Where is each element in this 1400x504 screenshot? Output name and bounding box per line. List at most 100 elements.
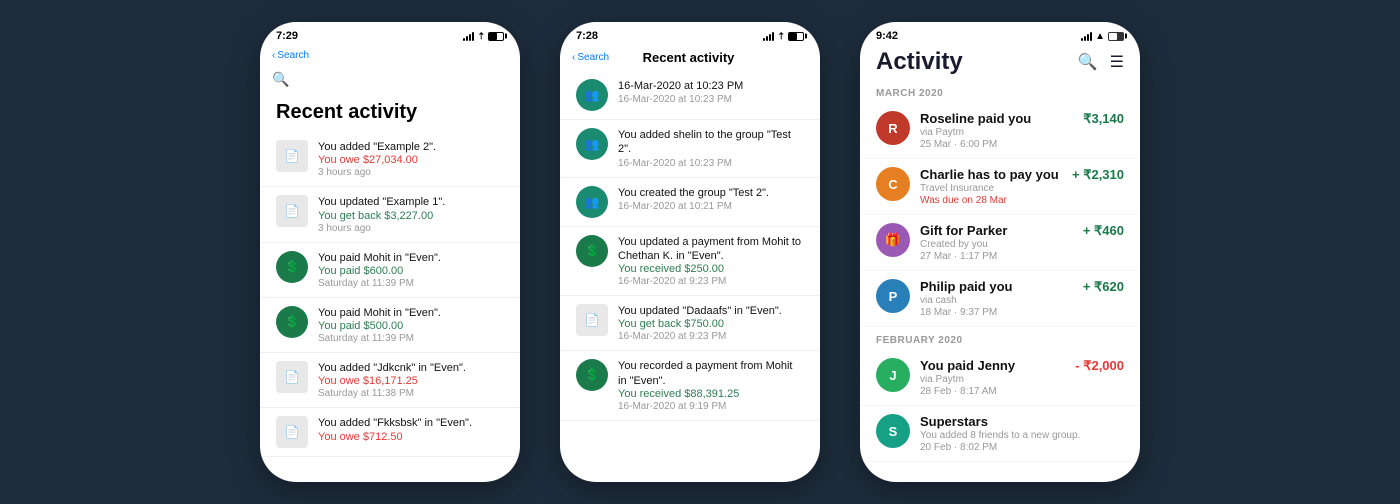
activity-time: Saturday at 11:39 PM bbox=[318, 278, 504, 289]
list-item[interactable]: 💲 You recorded a payment from Mohit in "… bbox=[560, 351, 820, 421]
list-item[interactable]: 📄 You added "Jdkcnk" in "Even". You owe … bbox=[260, 353, 520, 408]
list-item[interactable]: C Charlie has to pay you Travel Insuranc… bbox=[860, 159, 1140, 215]
avatar: 📄 bbox=[276, 416, 308, 448]
menu-icon-panel[interactable]: ☰ bbox=[1110, 52, 1124, 72]
list-item[interactable]: P Philip paid you via cash 18 Mar · 9:37… bbox=[860, 271, 1140, 327]
activity-amount: You owe $16,171.25 bbox=[318, 375, 504, 387]
list-item[interactable]: 👥 You added shelin to the group "Test 2"… bbox=[560, 120, 820, 178]
activity-title: You updated a payment from Mohit to Chet… bbox=[618, 235, 804, 264]
activity-list-left: 📄 You added "Example 2". You owe $27,034… bbox=[260, 132, 520, 482]
item-name: Superstars bbox=[920, 414, 1124, 429]
phone-left: 7:29 ⇡ ‹ Search 🔍 Recent activity bbox=[260, 22, 520, 482]
item-amount: + ₹2,310 bbox=[1072, 167, 1124, 183]
activity-title: You created the group "Test 2". bbox=[618, 186, 804, 200]
activity-time: 16-Mar-2020 at 9:19 PM bbox=[618, 401, 804, 412]
nav-title-mid: Recent activity bbox=[609, 50, 768, 65]
new-activity-list: MARCH 2020 R Roseline paid you via Paytm… bbox=[860, 80, 1140, 482]
activity-time: Saturday at 11:39 PM bbox=[318, 333, 504, 344]
list-item[interactable]: 📄 You added "Example 2". You owe $27,034… bbox=[260, 132, 520, 187]
signal-icon bbox=[463, 32, 474, 41]
activity-amount: You paid $500.00 bbox=[318, 320, 504, 332]
activity-time: 16-Mar-2020 at 10:23 PM bbox=[618, 158, 804, 169]
wifi-icon: ⇡ bbox=[477, 31, 485, 42]
panel-signal-icon bbox=[1081, 32, 1092, 41]
activity-title: You added "Jdkcnk" in "Even". bbox=[318, 361, 504, 375]
panel-title: Activity bbox=[876, 48, 963, 76]
avatar: 📄 bbox=[276, 195, 308, 227]
avatar: 👥 bbox=[576, 79, 608, 111]
avatar: 💲 bbox=[576, 359, 608, 391]
avatar: 💲 bbox=[276, 306, 308, 338]
avatar: 💲 bbox=[276, 251, 308, 283]
month-label: FEBRUARY 2020 bbox=[860, 327, 1140, 350]
item-sub: via Paytm bbox=[920, 374, 1065, 385]
search-icon-left[interactable]: 🔍 bbox=[272, 71, 289, 87]
panel-status-bar: 9:42 ▲ bbox=[876, 30, 1124, 42]
status-icons-mid: ⇡ bbox=[763, 31, 804, 42]
activity-time: 3 hours ago bbox=[318, 223, 504, 234]
list-item[interactable]: 💲 You paid Mohit in "Even". You paid $50… bbox=[260, 298, 520, 353]
activity-amount: You owe $712.50 bbox=[318, 431, 504, 443]
item-name: Gift for Parker bbox=[920, 223, 1073, 238]
item-sub: via Paytm bbox=[920, 127, 1073, 138]
time-mid: 7:28 bbox=[576, 30, 598, 42]
list-item[interactable]: 🎁 Gift for Parker Created by you 27 Mar … bbox=[860, 215, 1140, 271]
status-icons-left: ⇡ bbox=[463, 31, 504, 42]
panel-new: 9:42 ▲ Activity 🔍 ☰ bbox=[860, 22, 1140, 482]
activity-amount: You received $88,391.25 bbox=[618, 388, 804, 400]
avatar: C bbox=[876, 167, 910, 201]
activity-list-mid: 👥 16-Mar-2020 at 10:23 PM 16-Mar-2020 at… bbox=[560, 71, 820, 482]
battery-icon-mid bbox=[788, 32, 804, 41]
activity-title: You added "Fkksbsk" in "Even". bbox=[318, 416, 504, 430]
avatar: 📄 bbox=[576, 304, 608, 336]
status-bar-left: 7:29 ⇡ bbox=[260, 22, 520, 46]
activity-title: You added shelin to the group "Test 2". bbox=[618, 128, 804, 157]
sub2-text: 18 Mar · 9:37 PM bbox=[920, 307, 1073, 318]
activity-time: 16-Mar-2020 at 9:23 PM bbox=[618, 276, 804, 287]
label-new: NEW bbox=[1049, 245, 1080, 259]
avatar: 💲 bbox=[576, 235, 608, 267]
panel-time: 9:42 bbox=[876, 30, 898, 42]
back-button-mid[interactable]: ‹ Search bbox=[572, 52, 609, 63]
signal-icon-mid bbox=[763, 32, 774, 41]
activity-amount: You paid $600.00 bbox=[318, 265, 504, 277]
panel-header: 9:42 ▲ Activity 🔍 ☰ bbox=[860, 22, 1140, 80]
avatar: J bbox=[876, 358, 910, 392]
activity-title: You updated "Dadaafs" in "Even". bbox=[618, 304, 804, 318]
item-name: Philip paid you bbox=[920, 279, 1073, 294]
activity-amount: You get back $3,227.00 bbox=[318, 210, 504, 222]
list-item[interactable]: 💲 You paid Mohit in "Even". You paid $60… bbox=[260, 243, 520, 298]
avatar: P bbox=[876, 279, 910, 313]
list-item[interactable]: 📄 You added "Fkksbsk" in "Even". You owe… bbox=[260, 408, 520, 457]
item-sub: You added 8 friends to a new group. bbox=[920, 430, 1124, 441]
activity-title: You recorded a payment from Mohit in "Ev… bbox=[618, 359, 804, 388]
sub2-text: Was due on 28 Mar bbox=[920, 195, 1062, 206]
nav-bar-mid: ‹ Search Recent activity bbox=[560, 46, 820, 71]
section-title-left: Recent activity bbox=[260, 97, 520, 132]
list-item[interactable]: S Superstars You added 8 friends to a ne… bbox=[860, 406, 1140, 462]
activity-time: Saturday at 11:38 PM bbox=[318, 388, 504, 399]
back-button-left[interactable]: ‹ Search bbox=[272, 50, 309, 61]
avatar: 👥 bbox=[576, 128, 608, 160]
panel-battery-icon bbox=[1108, 32, 1124, 41]
list-item[interactable]: J You paid Jenny via Paytm 28 Feb · 8:17… bbox=[860, 350, 1140, 406]
panel-status-icons: ▲ bbox=[1081, 31, 1124, 42]
avatar: R bbox=[876, 111, 910, 145]
avatar: 📄 bbox=[276, 361, 308, 393]
main-wrapper: OLD 7:29 ⇡ ‹ Search 🔍 Recent activit bbox=[260, 22, 1140, 482]
list-item[interactable]: 👥 16-Mar-2020 at 10:23 PM 16-Mar-2020 at… bbox=[560, 71, 820, 120]
search-icon-panel[interactable]: 🔍 bbox=[1078, 52, 1098, 72]
item-name: You paid Jenny bbox=[920, 358, 1065, 373]
list-item[interactable]: 📄 You updated "Dadaafs" in "Even". You g… bbox=[560, 296, 820, 351]
panel-wifi-icon: ▲ bbox=[1095, 31, 1105, 42]
list-item[interactable]: R Roseline paid you via Paytm 25 Mar · 6… bbox=[860, 103, 1140, 159]
list-item[interactable]: 📄 You updated "Example 1". You get back … bbox=[260, 187, 520, 242]
item-sub: via cash bbox=[920, 295, 1073, 306]
nav-bar-left: ‹ Search bbox=[260, 46, 520, 67]
list-item[interactable]: 💲 You updated a payment from Mohit to Ch… bbox=[560, 227, 820, 297]
phone-mid: 7:28 ⇡ ‹ Search Recent activity 👥 bbox=[560, 22, 820, 482]
list-item[interactable]: 👥 You created the group "Test 2". 16-Mar… bbox=[560, 178, 820, 227]
item-amount: + ₹460 bbox=[1083, 223, 1124, 239]
sub2-text: 28 Feb · 8:17 AM bbox=[920, 386, 1065, 397]
item-amount: - ₹2,000 bbox=[1075, 358, 1124, 374]
